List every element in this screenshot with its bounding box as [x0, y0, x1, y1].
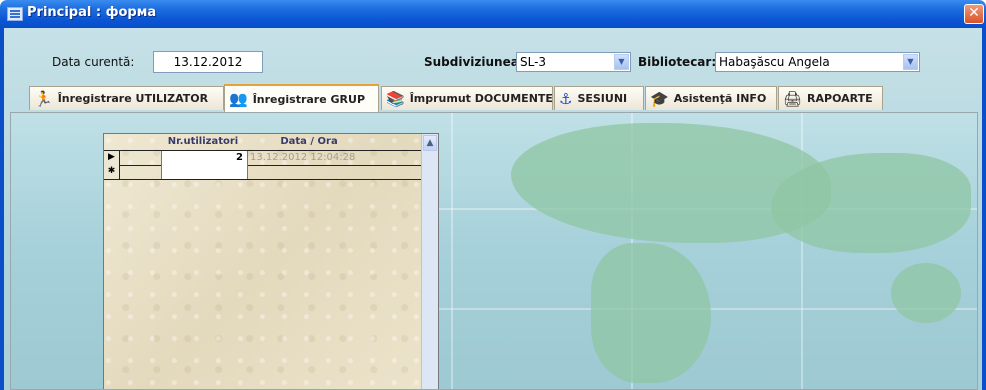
date-field[interactable]: 13.12.2012: [153, 51, 263, 73]
chevron-down-icon[interactable]: ▼: [614, 54, 629, 70]
group-datasheet[interactable]: Nr.utilizatori Data / Ora ▶ 2 13.12.2012…: [103, 133, 439, 389]
record-selector[interactable]: ▶: [104, 151, 120, 165]
librarian-label: Bibliotecar:: [638, 55, 717, 69]
vertical-scrollbar[interactable]: ▲: [421, 134, 438, 389]
tab-label: Înregistrare UTILIZATOR: [57, 92, 209, 105]
tab-label: Înregistrare GRUP: [252, 92, 366, 106]
subdivision-label: Subdiviziunea:: [424, 55, 524, 69]
tab-label: Asistenţă INFO: [673, 92, 767, 105]
nr-utilizatori-cell[interactable]: [162, 165, 248, 179]
tab-imprumut-documente[interactable]: 📚 Împrumut DOCUMENTE: [381, 86, 553, 110]
meridian-line: [451, 113, 453, 389]
form-client-area: Data curentă: 13.12.2012 Subdiviziunea: …: [4, 28, 982, 390]
librarian-value: Habaşăscu Angela: [719, 55, 830, 69]
tab-page-grup: Nr.utilizatori Data / Ora ▶ 2 13.12.2012…: [10, 112, 978, 390]
tab-sesiuni[interactable]: ⚓ SESIUNI: [554, 86, 644, 110]
window-title: Principal : форма: [27, 5, 157, 20]
subdivision-value: SL-3: [520, 55, 547, 69]
data-ora-cell[interactable]: [248, 165, 424, 179]
tab-rapoarte[interactable]: 🖨 RAPOARTE: [778, 86, 883, 110]
close-button[interactable]: ✕: [964, 4, 984, 24]
tab-asistenta-info[interactable]: 🎓 Asistenţă INFO: [645, 86, 777, 110]
assistant-icon: 🎓: [650, 89, 669, 108]
tab-label: Împrumut DOCUMENTE: [409, 92, 553, 105]
table-cell: [120, 165, 162, 179]
anchor-icon: ⚓: [559, 89, 573, 108]
window-frame: Data curentă: 13.12.2012 Subdiviziunea: …: [0, 28, 986, 390]
scroll-up-icon[interactable]: ▲: [423, 135, 437, 151]
tab-inregistrare-utilizator[interactable]: 🏃 Înregistrare UTILIZATOR: [29, 86, 224, 110]
table-cell: [120, 151, 162, 165]
subdivision-combo[interactable]: SL-3 ▼: [516, 52, 631, 72]
table-row[interactable]: ▶ 2 13.12.2012 12:04:28: [104, 150, 424, 166]
data-ora-cell[interactable]: 13.12.2012 12:04:28: [248, 151, 424, 165]
column-header-data-ora[interactable]: Data / Ora: [254, 134, 364, 149]
continent-shape: [891, 263, 961, 323]
chevron-down-icon[interactable]: ▼: [903, 54, 918, 70]
tab-strip: 🏃 Înregistrare UTILIZATOR 👥 Înregistrare…: [10, 84, 978, 112]
form-icon: [7, 7, 23, 21]
librarian-combo[interactable]: Habaşăscu Angela ▼: [715, 52, 920, 72]
books-icon: 📚: [386, 89, 405, 108]
group-people-icon: 👥: [229, 90, 248, 108]
printer-icon: 🖨: [783, 89, 803, 108]
tab-label: SESIUNI: [577, 92, 628, 105]
nr-utilizatori-cell[interactable]: 2: [162, 151, 248, 165]
date-label: Data curentă:: [52, 55, 135, 69]
title-bar: Principal : форма ✕: [0, 0, 986, 28]
running-person-icon: 🏃: [34, 89, 53, 108]
column-header-nr-utilizatori[interactable]: Nr.utilizatori: [160, 134, 246, 149]
tab-label: RAPOARTE: [807, 92, 873, 105]
tab-inregistrare-grup[interactable]: 👥 Înregistrare GRUP: [224, 84, 379, 112]
table-row[interactable]: ✱: [104, 165, 424, 180]
continent-shape: [591, 243, 711, 383]
new-record-icon[interactable]: ✱: [104, 165, 120, 179]
